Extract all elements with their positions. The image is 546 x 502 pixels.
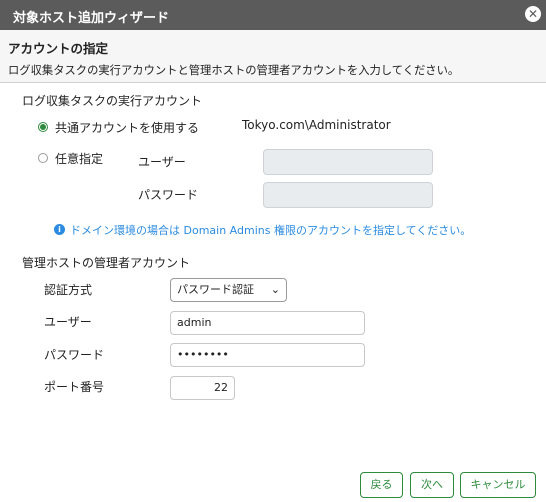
exec-user-field: [263, 149, 433, 175]
step-header: アカウントの指定 ログ収集タスクの実行アカウントと管理ホストの管理者アカウントを…: [0, 30, 546, 83]
domain-info-text: ドメイン環境の場合は Domain Admins 権限のアカウントを指定してくだ…: [70, 224, 472, 237]
dialog-title: 対象ホスト追加ウィザード: [13, 11, 170, 26]
shared-account-label[interactable]: 共通アカウントを使用する: [55, 119, 199, 136]
step-title: アカウントの指定: [8, 41, 109, 56]
back-button[interactable]: 戻る: [360, 472, 403, 498]
radio-shared-account[interactable]: [38, 122, 48, 132]
cancel-button[interactable]: キャンセル: [460, 472, 536, 498]
close-icon[interactable]: ✕: [525, 6, 541, 22]
exec-password-label: パスワード: [138, 188, 199, 202]
port-label: ポート番号: [44, 380, 105, 394]
dialog-titlebar: 対象ホスト追加ウィザード ✕: [0, 0, 546, 30]
auth-method-value: パスワード認証: [177, 283, 254, 296]
admin-user-label: ユーザー: [44, 315, 92, 329]
admin-password-label: パスワード: [44, 348, 105, 362]
admin-account-section-label: 管理ホストの管理者アカウント: [22, 256, 191, 270]
admin-password-input[interactable]: ••••••••: [170, 343, 365, 367]
next-button[interactable]: 次へ: [410, 472, 454, 498]
exec-account-section-label: ログ収集タスクの実行アカウント: [22, 94, 203, 108]
step-description: ログ収集タスクの実行アカウントと管理ホストの管理者アカウントを入力してください。: [8, 64, 460, 77]
info-icon: i: [54, 224, 65, 235]
exec-user-label: ユーザー: [138, 155, 186, 169]
admin-user-input[interactable]: admin: [170, 311, 365, 335]
auth-method-label: 認証方式: [44, 283, 93, 297]
radio-custom-account[interactable]: [38, 153, 48, 163]
chevron-down-icon: ⌄: [270, 283, 280, 296]
shared-account-value: Tokyo.com\Administrator: [242, 118, 391, 132]
auth-method-select[interactable]: パスワード認証 ⌄: [170, 278, 287, 302]
custom-account-label[interactable]: 任意指定: [55, 150, 103, 167]
port-input[interactable]: 22: [170, 376, 235, 400]
exec-password-field: [263, 182, 433, 208]
